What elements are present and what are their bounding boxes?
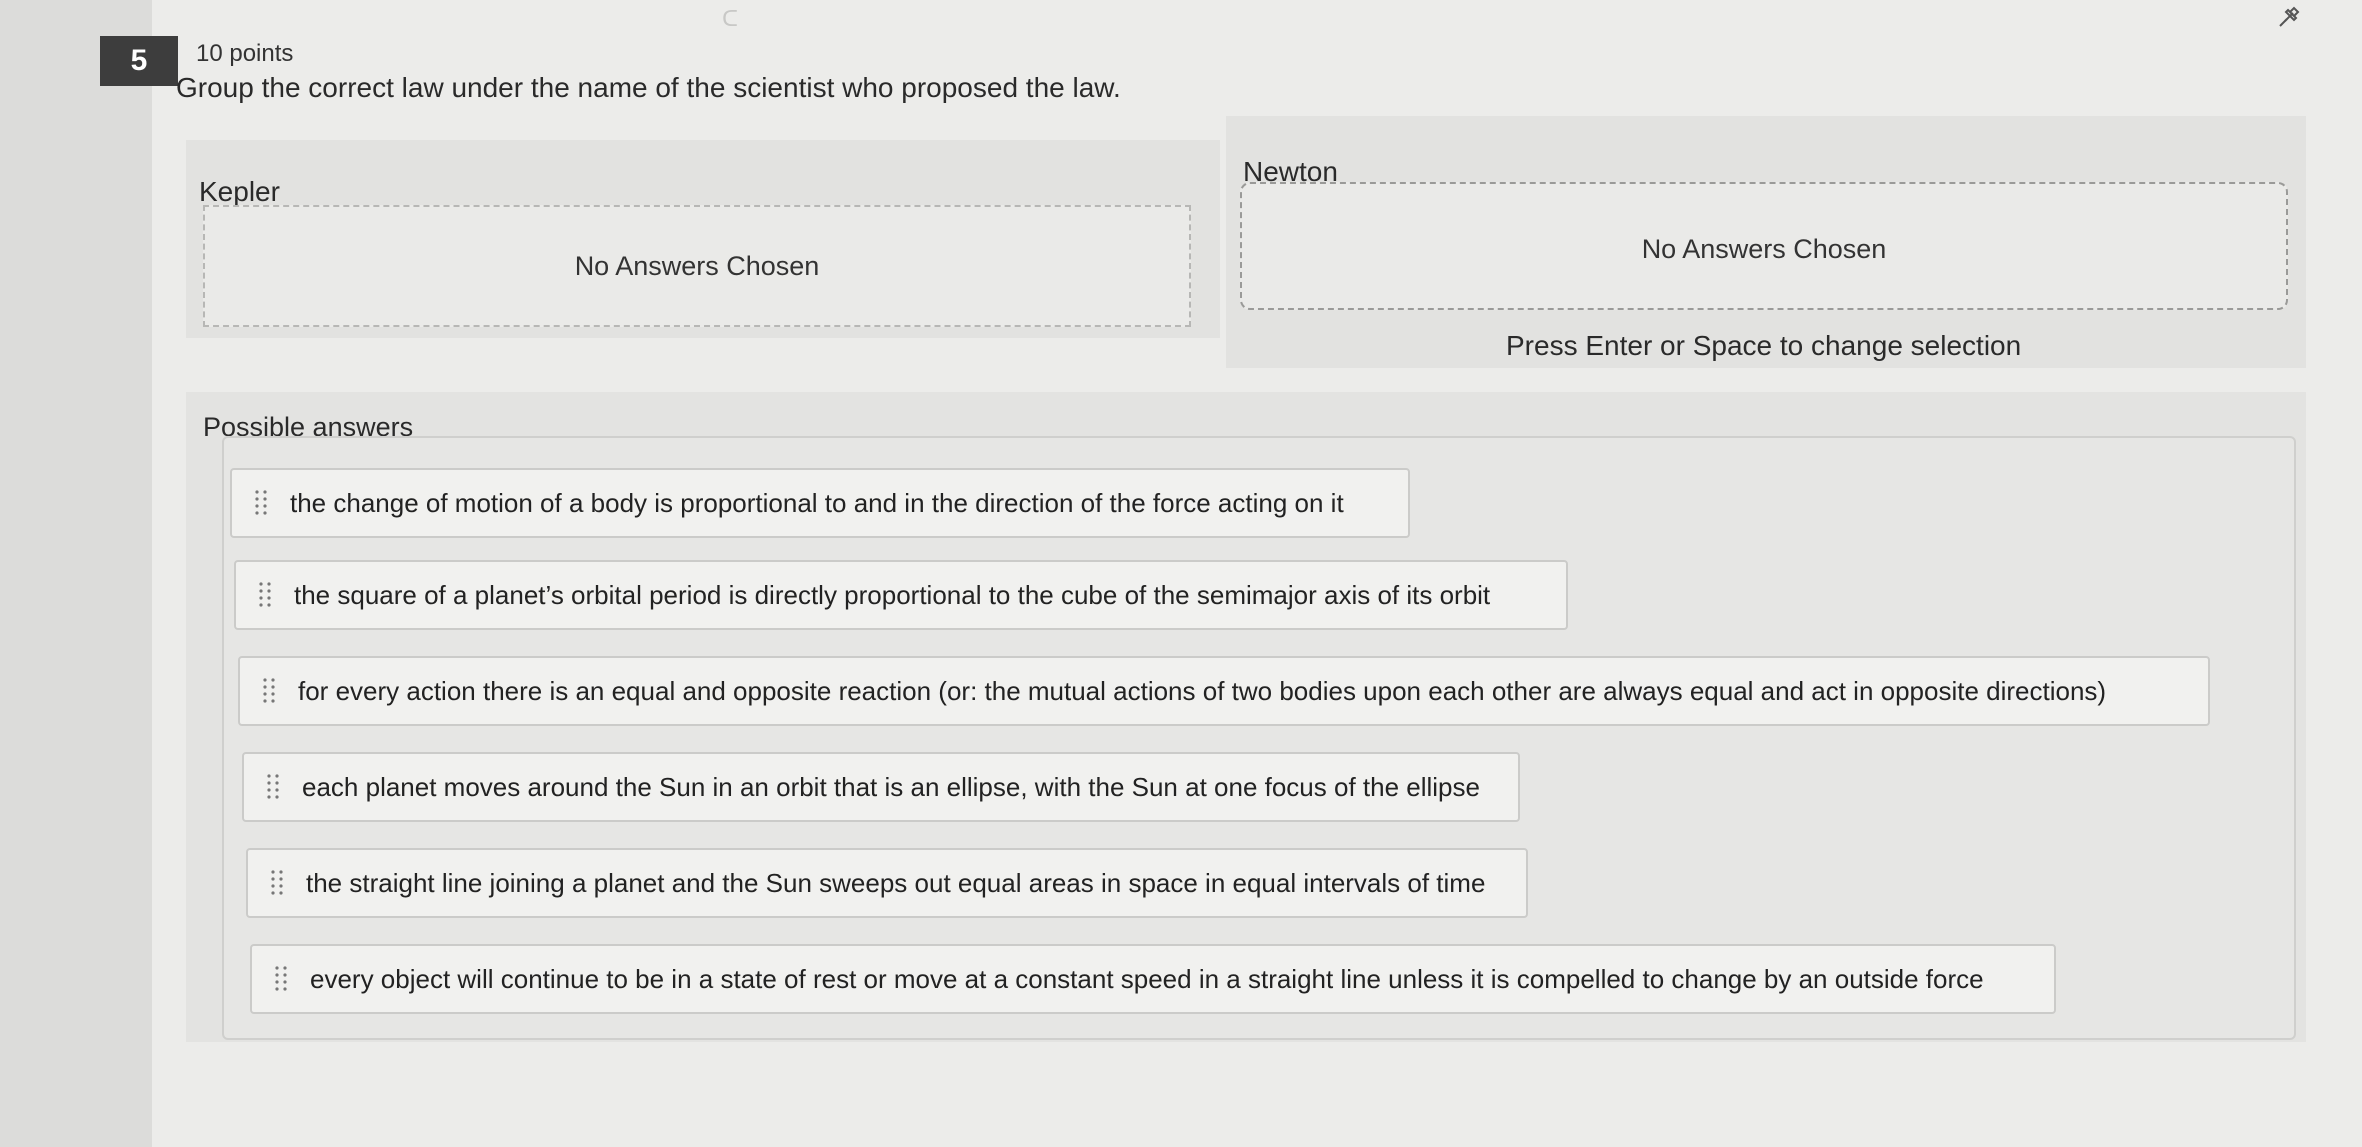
left-margin: [0, 0, 154, 1147]
drag-handle-icon[interactable]: [254, 488, 268, 518]
drag-handle-icon[interactable]: [270, 868, 284, 898]
answer-text-6: every object will continue to be in a st…: [310, 963, 1984, 994]
kepler-empty-text: No Answers Chosen: [574, 250, 820, 281]
answer-chip-5[interactable]: the straight line joining a planet and t…: [246, 848, 1528, 918]
question-number: 5: [100, 36, 178, 86]
answer-chip-2[interactable]: the square of a planet’s orbital period …: [234, 560, 1568, 630]
answer-text-4: each planet moves around the Sun in an o…: [302, 771, 1480, 802]
question-prompt: Group the correct law under the name of …: [176, 72, 1121, 103]
answer-chip-1[interactable]: the change of motion of a body is propor…: [230, 468, 1410, 538]
question-points: 10 points: [196, 40, 294, 67]
keyboard-hint: Press Enter or Space to change selection: [1506, 330, 2022, 361]
group-kepler-label: Kepler: [199, 176, 280, 207]
pin-icon[interactable]: [2274, 2, 2304, 32]
answer-text-5: the straight line joining a planet and t…: [306, 867, 1486, 898]
answer-text-1: the change of motion of a body is propor…: [290, 487, 1344, 518]
cursor-artifact: ᑕ: [722, 6, 739, 31]
newton-drop-zone[interactable]: No Answers Chosen: [1240, 182, 2288, 310]
answer-chip-6[interactable]: every object will continue to be in a st…: [250, 944, 2056, 1014]
drag-handle-icon[interactable]: [266, 772, 280, 802]
drag-handle-icon[interactable]: [258, 580, 272, 610]
answer-text-2: the square of a planet’s orbital period …: [294, 579, 1491, 610]
newton-empty-text: No Answers Chosen: [1641, 234, 1887, 264]
drag-handle-icon[interactable]: [262, 676, 276, 706]
drag-handle-icon[interactable]: [274, 964, 288, 994]
kepler-drop-zone[interactable]: No Answers Chosen: [203, 205, 1191, 327]
answer-chip-3[interactable]: for every action there is an equal and o…: [238, 656, 2210, 726]
answer-chip-4[interactable]: each planet moves around the Sun in an o…: [242, 752, 1520, 822]
answer-text-3: for every action there is an equal and o…: [298, 675, 2107, 706]
